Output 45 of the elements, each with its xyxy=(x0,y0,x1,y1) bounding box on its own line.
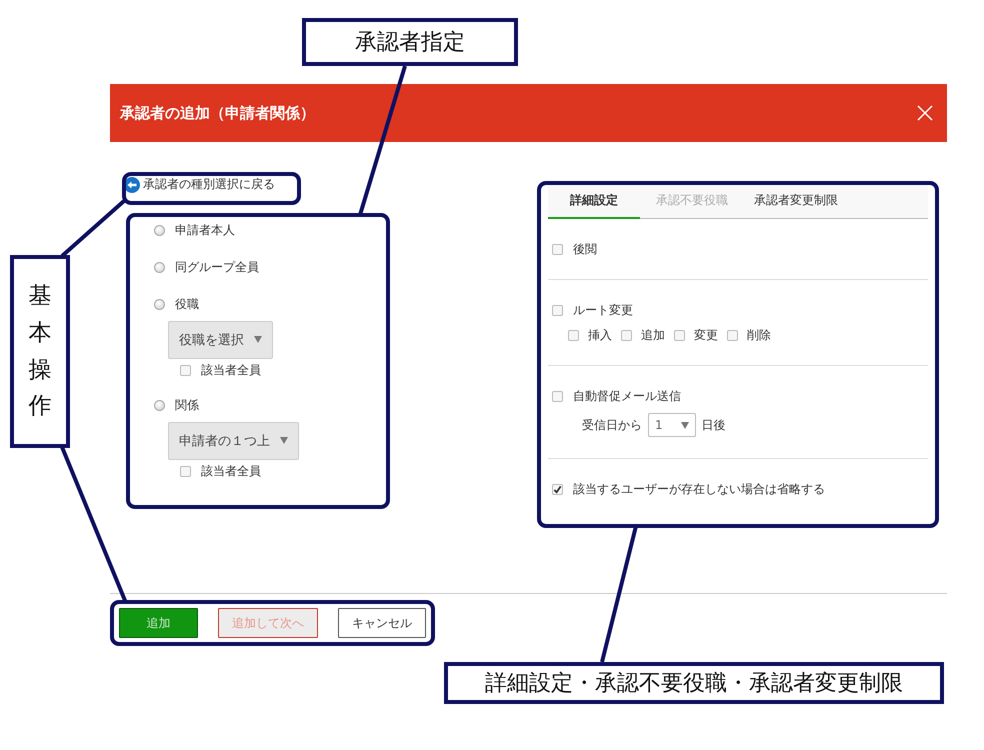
checkbox-label: 削除 xyxy=(747,327,771,344)
tab[interactable]: 詳細設定 xyxy=(548,183,640,219)
checkbox[interactable] xyxy=(621,330,632,341)
checkbox-label: 該当者全員 xyxy=(201,462,261,480)
caret-icon xyxy=(280,437,288,444)
checkbox[interactable] xyxy=(674,330,685,341)
checkbox-label: 自動督促メール送信 xyxy=(573,388,681,405)
checkbox-label: 挿入 xyxy=(588,327,612,344)
checkbox[interactable] xyxy=(568,330,579,341)
dialog-title: 承認者の追加（申請者関係） xyxy=(120,104,315,122)
close-icon[interactable] xyxy=(917,105,933,121)
checkbox[interactable] xyxy=(552,244,563,255)
checkbox[interactable] xyxy=(552,484,563,495)
tab[interactable]: 承認者変更制限 xyxy=(744,183,848,219)
callout-label: 詳細設定・承認不要役職・承認者変更制限 xyxy=(444,662,944,704)
checkbox[interactable] xyxy=(180,364,191,376)
callout-label: 承認者指定 xyxy=(302,18,518,66)
checkbox[interactable] xyxy=(727,330,738,341)
caret-icon xyxy=(254,336,262,343)
action-button[interactable]: キャンセル xyxy=(338,608,426,638)
option-label: 同グループ全員 xyxy=(175,259,259,276)
option-label: 申請者本人 xyxy=(175,222,235,239)
checkbox[interactable] xyxy=(552,391,563,402)
callout-label: 基本操作 xyxy=(10,255,70,448)
reminder-label: 受信日から xyxy=(582,416,642,434)
checkbox-label: 追加 xyxy=(641,327,665,344)
radio-button[interactable] xyxy=(154,400,165,411)
caret-icon xyxy=(680,422,689,428)
radio-button[interactable] xyxy=(154,299,165,310)
checkbox-label: 変更 xyxy=(694,327,718,344)
option-label: 関係 xyxy=(175,397,199,414)
dropdown[interactable]: 申請者の１つ上 xyxy=(168,422,299,460)
checkbox-label: ルート変更 xyxy=(573,302,633,319)
checkbox-label: 後閲 xyxy=(573,241,597,258)
radio-button[interactable] xyxy=(154,262,165,273)
checkbox[interactable] xyxy=(552,305,563,316)
checkbox[interactable] xyxy=(180,466,191,476)
leader-line xyxy=(60,200,126,258)
days-select[interactable]: 1 xyxy=(648,413,696,437)
checkbox-label: 該当するユーザーが存在しない場合は省略する xyxy=(573,481,825,498)
option-label: 役職 xyxy=(175,296,199,313)
radio-button[interactable] xyxy=(154,225,165,236)
reminder-label: 日後 xyxy=(702,416,726,434)
dropdown[interactable]: 役職を選択 xyxy=(168,320,273,358)
checkbox-label: 該当者全員 xyxy=(201,362,261,378)
